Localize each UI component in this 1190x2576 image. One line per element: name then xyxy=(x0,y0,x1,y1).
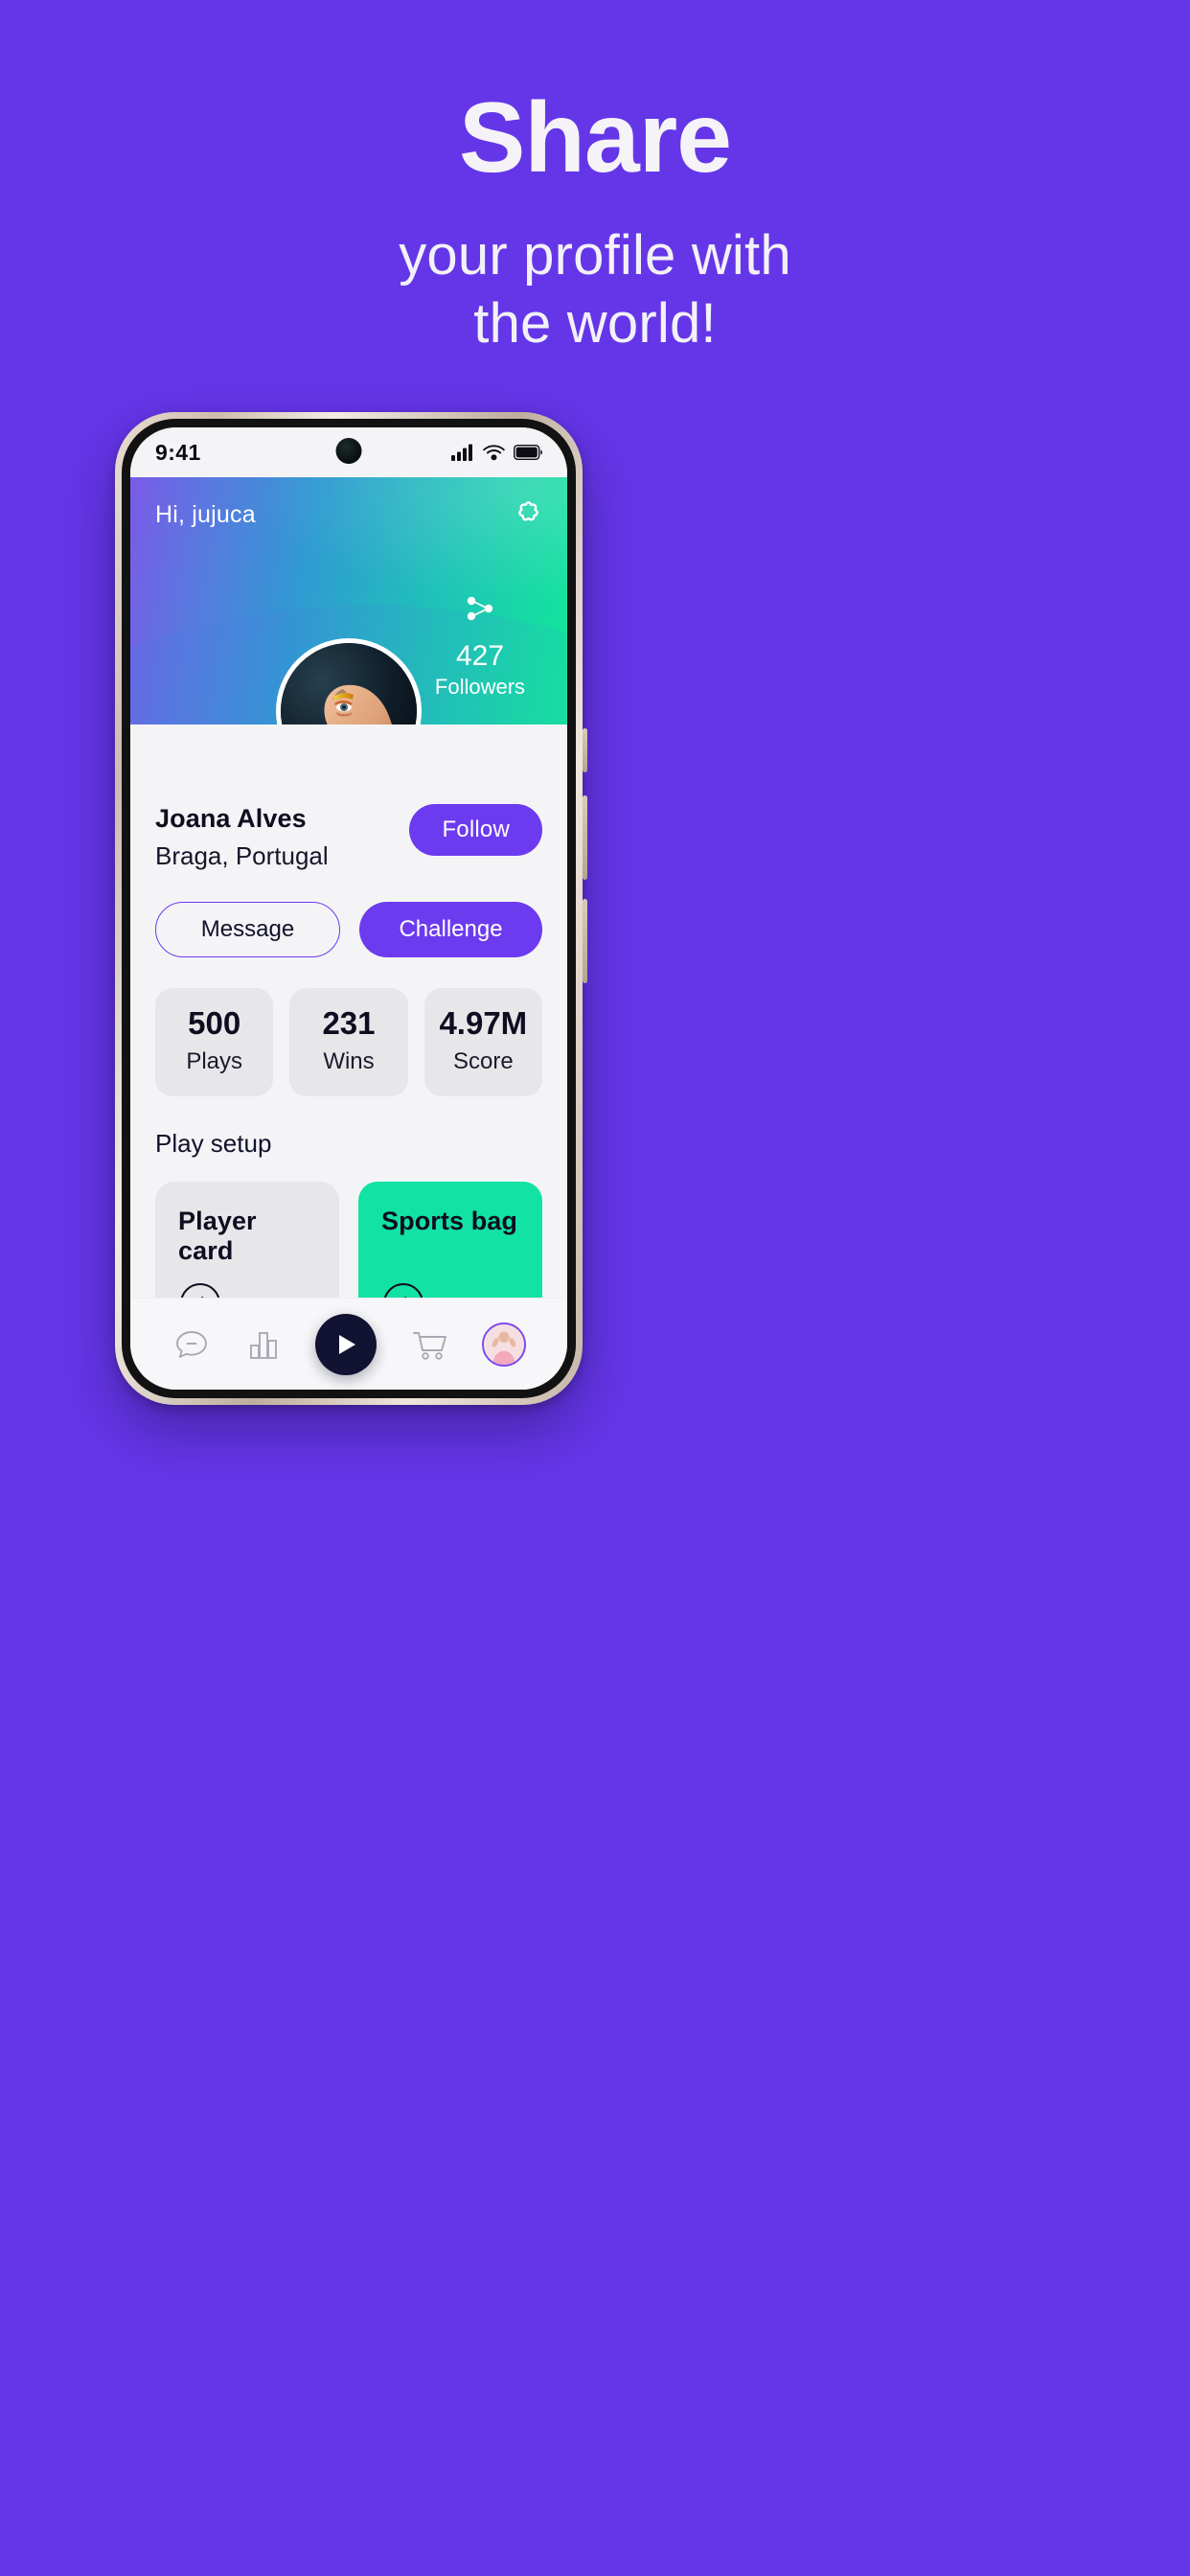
phone-mockup: 9:41 Hi, jujuca 427 Followers Joana Alve… xyxy=(115,412,587,1405)
nav-item-chat[interactable] xyxy=(172,1324,212,1365)
bottom-nav xyxy=(130,1298,567,1390)
share-icon-wrap[interactable] xyxy=(418,593,542,624)
play-setup-title: Play setup xyxy=(155,1128,272,1158)
followers-count: 427 xyxy=(455,639,505,672)
promo-screenshot: Share your profile with the world! 9:41 xyxy=(0,0,1190,2576)
stats-row: 500 Plays 231 Wins 4.97M Score xyxy=(155,988,542,1096)
phone-bezel: 9:41 Hi, jujuca 427 Followers Joana Alve… xyxy=(122,419,576,1398)
battery-full-icon xyxy=(514,445,542,460)
profile-body: Joana Alves Braga, Portugal Follow Messa… xyxy=(130,724,567,1390)
action-buttons-row: Message Challenge xyxy=(155,902,542,957)
followers-block[interactable]: 427 Followers xyxy=(418,593,542,701)
chat-bubble-icon[interactable] xyxy=(172,1324,212,1365)
sports-bag-label: Sports bag xyxy=(381,1206,518,1235)
stat-label: Wins xyxy=(323,1047,375,1074)
message-button[interactable]: Message xyxy=(155,902,340,957)
front-camera-icon xyxy=(335,438,362,464)
challenge-button[interactable]: Challenge xyxy=(359,902,542,957)
status-time: 9:41 xyxy=(155,439,201,465)
stat-label: Score xyxy=(452,1047,514,1074)
promo-subtitle-line-1: your profile with xyxy=(399,224,791,287)
promo-subtitle-line-2: the world! xyxy=(473,291,717,355)
stat-plays[interactable]: 500 Plays xyxy=(155,988,274,1096)
profile-avatar-icon[interactable] xyxy=(482,1322,526,1367)
identity-row: Joana Alves Braga, Portugal Follow xyxy=(155,804,542,871)
user-name: Joana Alves xyxy=(155,804,307,833)
bar-chart-icon[interactable] xyxy=(244,1325,283,1364)
play-button-icon[interactable] xyxy=(333,1331,358,1358)
player-card-label: Player card xyxy=(178,1206,257,1265)
phone-side-button-power[interactable] xyxy=(583,899,587,983)
identity-text: Joana Alves Braga, Portugal xyxy=(155,804,329,871)
nav-item-shop[interactable] xyxy=(409,1325,449,1364)
stat-label: Plays xyxy=(186,1047,242,1074)
gear-icon[interactable] xyxy=(512,498,544,531)
phone-side-button-mute[interactable] xyxy=(583,728,587,772)
hero-top-row: Hi, jujuca xyxy=(155,498,544,531)
stat-value: 231 xyxy=(322,1005,376,1041)
stat-value: 4.97M xyxy=(439,1005,528,1041)
promo-block: Share your profile with the world! xyxy=(0,88,1190,358)
profile-hero: Hi, jujuca 427 Followers xyxy=(130,477,567,724)
nav-item-play[interactable] xyxy=(315,1313,377,1375)
greeting-text: Hi, jujuca xyxy=(155,500,256,528)
promo-subtitle: your profile with the world! xyxy=(0,222,1190,358)
cellular-signal-icon xyxy=(451,444,472,461)
status-bar: 9:41 xyxy=(130,427,567,477)
user-location: Braga, Portugal xyxy=(155,841,329,870)
shopping-cart-icon[interactable] xyxy=(409,1325,449,1364)
share-network-icon[interactable] xyxy=(464,593,496,624)
follow-button[interactable]: Follow xyxy=(409,804,542,856)
phone-screen: 9:41 Hi, jujuca 427 Followers Joana Alve… xyxy=(130,427,567,1390)
nav-item-profile[interactable] xyxy=(482,1322,526,1367)
status-icons xyxy=(451,444,542,461)
promo-title: Share xyxy=(458,82,732,194)
phone-side-button-volume[interactable] xyxy=(583,795,587,880)
followers-label: Followers xyxy=(434,675,526,699)
stat-wins[interactable]: 231 Wins xyxy=(289,988,408,1096)
wifi-icon xyxy=(483,445,505,461)
avatar-image xyxy=(281,643,417,724)
stat-score[interactable]: 4.97M Score xyxy=(423,988,542,1096)
nav-item-stats[interactable] xyxy=(244,1325,283,1364)
stat-value: 500 xyxy=(188,1005,241,1041)
